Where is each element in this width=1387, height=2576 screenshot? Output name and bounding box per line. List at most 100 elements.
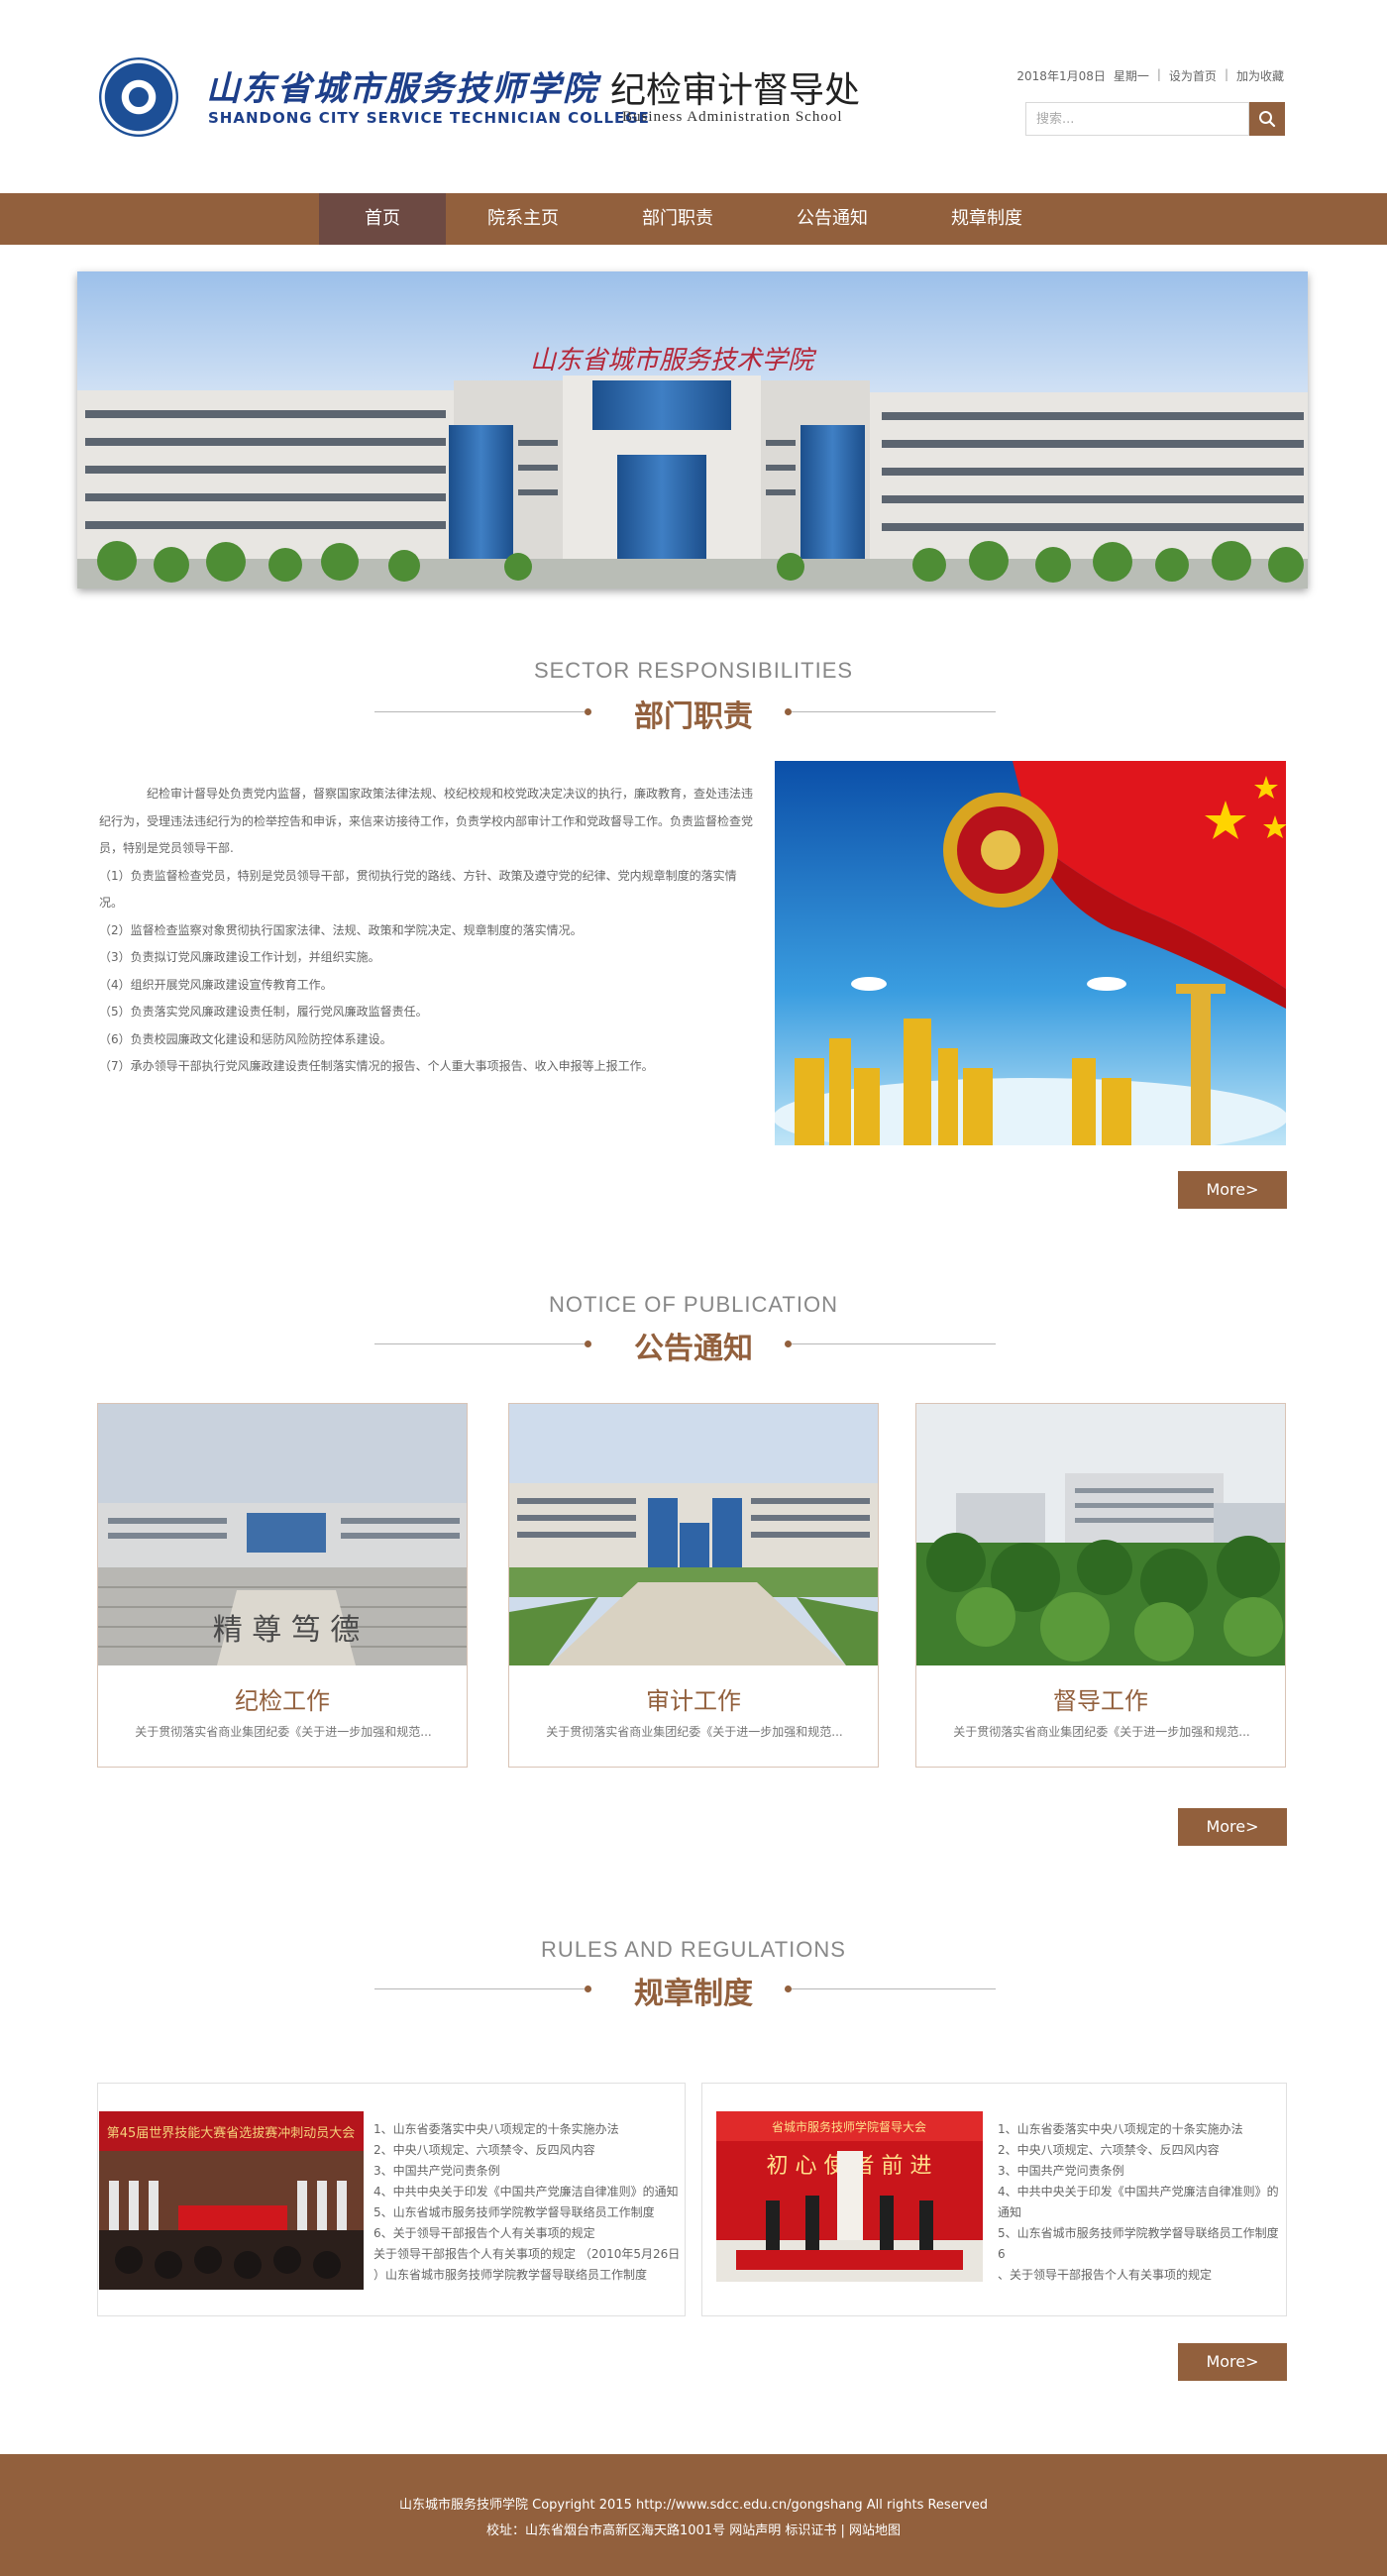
ceremony-banner-text: 省城市服务技师学院督导大会 — [772, 2119, 926, 2134]
rules-panel-image: 第45届世界技能大赛省选拔赛冲刺动员大会 — [99, 2111, 364, 2290]
seal-center — [126, 84, 152, 110]
section-title-en-responsibilities: SECTOR RESPONSIBILITIES — [533, 658, 854, 683]
section-title-en-rules: RULES AND REGULATIONS — [541, 1937, 846, 1962]
section-heading-responsibilities: 部门职责 — [0, 692, 1387, 734]
notice-card-title: 纪检工作 — [235, 1687, 330, 1715]
responsibilities-text: 纪检审计督导处负责党内监督，督察国家政策法律法规、校纪校规和校党政决定决议的执行… — [99, 781, 753, 1081]
emblem-flag-illustration — [775, 761, 1286, 1145]
section-title-cn-responsibilities: 部门职责 — [634, 699, 753, 734]
set-homepage-link[interactable]: 设为首页 — [1169, 67, 1217, 84]
responsibility-item: （1）负责监督检查党员，特别是党员领导干部，贯彻执行党的路线、方针、政策及遵守党… — [99, 868, 737, 911]
search-icon — [1259, 111, 1276, 128]
responsibilities-intro: 纪检审计督导处负责党内监督，督察国家政策法律法规、校纪校规和校党政决定决议的执行… — [99, 787, 754, 855]
section-heading-rules: 规章制度 — [0, 1969, 1387, 2011]
meeting-stage-photo: 第45届世界技能大赛省选拔赛冲刺动员大会 — [99, 2111, 364, 2290]
search-button[interactable] — [1249, 102, 1285, 136]
notice-card-image — [509, 1404, 878, 1665]
notice-card-title: 审计工作 — [646, 1687, 741, 1715]
rule-link[interactable]: 3、中国共产党问责条例 — [373, 2161, 681, 2182]
notice-card-title: 督导工作 — [1053, 1687, 1148, 1715]
rule-link[interactable]: 关于领导干部报告个人有关事项的规定 （2010年5月26日 — [373, 2244, 681, 2265]
separator: | — [1224, 67, 1228, 81]
section-heading-notices: 公告通知 — [0, 1324, 1387, 1366]
notice-card-desc: 关于贯彻落实省商业集团纪委《关于进一步加强和规范... — [953, 1725, 1250, 1739]
rule-link[interactable]: 5、山东省城市服务技师学院教学督导联络员工作制度6 — [998, 2223, 1283, 2265]
notice-card-image — [916, 1404, 1285, 1665]
stage-banner-text: 第45届世界技能大赛省选拔赛冲刺动员大会 — [107, 2125, 356, 2141]
heading-dot-right — [785, 708, 792, 715]
nav-item-responsibilities[interactable]: 部门职责 — [600, 193, 755, 245]
rule-link[interactable]: 通知 — [998, 2202, 1283, 2223]
add-favorite-link[interactable]: 加为收藏 — [1236, 67, 1284, 84]
rules-panel-image: 省城市服务技师学院督导大会 初 心 使 者 前 进 — [716, 2111, 983, 2282]
rule-link[interactable]: 、关于领导干部报告个人有关事项的规定 — [998, 2265, 1283, 2286]
college-seal-logo[interactable] — [99, 57, 178, 137]
heading-dot-right — [785, 1341, 792, 1347]
rules-panel-left: 第45届世界技能大赛省选拔赛冲刺动员大会 1、山东省委落实中央八项规定的十条实施… — [97, 2083, 686, 2316]
stone-inscription: 精 尊 笃 德 — [213, 1613, 361, 1648]
rules-list-left: 1、山东省委落实中央八项规定的十条实施办法 2、中央八项规定、六项禁令、反四风内… — [373, 2119, 681, 2286]
responsibilities-image — [775, 761, 1286, 1145]
section-title-en-notices: NOTICE OF PUBLICATION — [549, 1292, 838, 1317]
rule-link[interactable]: 2、中央八项规定、六项禁令、反四风内容 — [373, 2140, 681, 2161]
rule-link[interactable]: 3、中国共产党问责条例 — [998, 2161, 1283, 2182]
responsibility-item: （6）负责校园廉政文化建设和惩防风险防控体系建设。 — [99, 1031, 392, 1046]
notice-card-image: 精 尊 笃 德 — [98, 1404, 467, 1665]
separator: | — [1156, 67, 1161, 81]
section-title-cn-notices: 公告通知 — [634, 1332, 753, 1366]
responsibility-item: （2）监督检查监察对象贯彻执行国家法律、法规、政策和学院决定、规章制度的落实情况… — [99, 922, 583, 937]
footer: 山东城市服务技师学院 Copyright 2015 http://www.sdc… — [0, 2454, 1387, 2576]
campus-banner-image: 山东省城市服务技术学院 — [77, 271, 1308, 589]
campus-main-building-photo — [509, 1404, 878, 1665]
rule-link[interactable]: 4、中共中央关于印发《中国共产党廉洁自律准则》的 — [998, 2182, 1283, 2202]
header: 山东省城市服务技师学院 SHANDONG CITY SERVICE TECHNI… — [0, 0, 1387, 193]
nav-item-notices[interactable]: 公告通知 — [755, 193, 909, 245]
notice-card-desc: 关于贯彻落实省商业集团纪委《关于进一步加强和规范... — [546, 1725, 843, 1739]
rule-link[interactable]: 1、山东省委落实中央八项规定的十条实施办法 — [998, 2119, 1283, 2140]
responsibility-item: （7）承办领导干部执行党风廉政建设责任制落实情况的报告、个人重大事项报告、收入申… — [99, 1059, 654, 1073]
rules-list-right: 1、山东省委落实中央八项规定的十条实施办法 2、中央八项规定、六项禁令、反四风内… — [998, 2119, 1283, 2286]
rule-link[interactable]: 1、山东省委落实中央八项规定的十条实施办法 — [373, 2119, 681, 2140]
main-nav: 首页 院系主页 部门职责 公告通知 规章制度 — [0, 193, 1387, 245]
campus-trees-photo — [916, 1404, 1285, 1665]
college-name-en: SHANDONG CITY SERVICE TECHNICIAN COLLEGE — [208, 109, 650, 127]
department-name-cn: 纪检审计督导处 — [610, 70, 861, 111]
search-box — [1025, 102, 1285, 136]
rules-more-button[interactable]: More> — [1178, 2343, 1287, 2381]
nav-item-departments[interactable]: 院系主页 — [446, 193, 600, 245]
responsibility-item: （5）负责落实党风廉政建设责任制，履行党风廉政监督责任。 — [99, 1005, 428, 1019]
rule-link[interactable]: 4、中共中央关于印发《中国共产党廉洁自律准则》的通知 — [373, 2182, 681, 2202]
responsibility-item: （4）组织开展党风廉政建设宣传教育工作。 — [99, 977, 333, 992]
rule-link[interactable]: 2、中央八项规定、六项禁令、反四风内容 — [998, 2140, 1283, 2161]
current-weekday: 星期一 — [1113, 69, 1149, 83]
rules-panel-right: 省城市服务技师学院督导大会 初 心 使 者 前 进 1、山东省委落实中央八项规定… — [701, 2083, 1287, 2316]
footer-copyright: 山东城市服务技师学院 Copyright 2015 http://www.sdc… — [398, 2498, 988, 2513]
ceremony-stage-photo: 省城市服务技师学院督导大会 初 心 使 者 前 进 — [716, 2111, 983, 2282]
section-title-cn-rules: 规章制度 — [634, 1977, 753, 2011]
notice-card-supervision[interactable]: 督导工作 关于贯彻落实省商业集团纪委《关于进一步加强和规范... — [915, 1403, 1286, 1768]
heading-dot-right — [785, 1986, 792, 1992]
campus-building-illustration: 山东省城市服务技术学院 — [77, 271, 1308, 589]
nav-item-rules[interactable]: 规章制度 — [909, 193, 1064, 245]
heading-line-right — [792, 711, 996, 712]
notice-card-discipline[interactable]: 精 尊 笃 德 纪检工作 关于贯彻落实省商业集团纪委《关于进一步加强和规范... — [97, 1403, 468, 1768]
top-links: 2018年1月08日 星期一 | 设为首页 | 加为收藏 — [1016, 67, 1284, 84]
banner-building-sign: 山东省城市服务技术学院 — [530, 346, 817, 376]
notice-card-audit[interactable]: 审计工作 关于贯彻落实省商业集团纪委《关于进一步加强和规范... — [508, 1403, 879, 1768]
rule-link[interactable]: ）山东省城市服务技师学院教学督导联络员工作制度 — [373, 2265, 681, 2286]
heading-line-right — [792, 1988, 996, 1989]
department-name-en: Business Administration School — [622, 109, 843, 125]
rule-link[interactable]: 5、山东省城市服务技师学院教学督导联络员工作制度 — [373, 2202, 681, 2223]
notices-more-button[interactable]: More> — [1178, 1808, 1287, 1846]
notice-card-desc: 关于贯彻落实省商业集团纪委《关于进一步加强和规范... — [135, 1725, 432, 1739]
responsibility-item: （3）负责拟订党风廉政建设工作计划，并组织实施。 — [99, 950, 380, 964]
campus-plaza-photo: 精 尊 笃 德 — [98, 1404, 467, 1665]
college-name-cn: 山东省城市服务技师学院 — [206, 69, 598, 109]
heading-line-right — [792, 1343, 996, 1344]
search-input[interactable] — [1025, 102, 1249, 136]
current-date: 2018年1月08日 — [1016, 69, 1106, 83]
rule-link[interactable]: 6、关于领导干部报告个人有关事项的规定 — [373, 2223, 681, 2244]
footer-address-links[interactable]: 校址：山东省烟台市高新区海天路1001号 网站声明 标识证书 | 网站地图 — [0, 2520, 1387, 2538]
responsibilities-more-button[interactable]: More> — [1178, 1171, 1287, 1209]
nav-item-home[interactable]: 首页 — [319, 193, 446, 245]
